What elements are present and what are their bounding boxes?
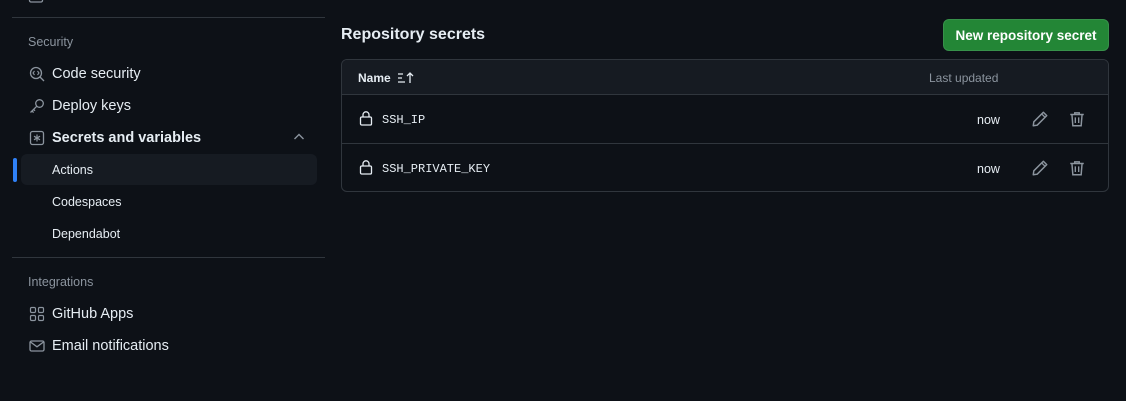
table-row: SSH_PRIVATE_KEY now xyxy=(342,144,1108,191)
secret-updated: now xyxy=(977,162,1000,176)
secret-name: SSH_PRIVATE_KEY xyxy=(382,162,491,176)
sidebar-subitem-dependabot[interactable]: Dependabot xyxy=(21,218,317,249)
sidebar-subitem-codespaces[interactable]: Codespaces xyxy=(21,186,317,217)
sidebar-item-label: GitHub Apps xyxy=(52,305,134,322)
pencil-icon[interactable] xyxy=(1031,159,1049,177)
sidebar-item-label: Code security xyxy=(52,65,141,82)
pencil-icon[interactable] xyxy=(1031,110,1049,128)
mail-icon xyxy=(28,337,46,355)
page-title: Repository secrets xyxy=(341,26,486,43)
secret-updated: now xyxy=(977,113,1000,127)
sidebar-item-cut-off[interactable] xyxy=(22,0,317,8)
asterisk-icon xyxy=(28,129,46,147)
sidebar-item-deploy-keys[interactable]: Deploy keys xyxy=(21,90,317,121)
sidebar-subitem-actions[interactable]: Actions xyxy=(21,154,317,185)
sidebar-divider xyxy=(12,17,325,18)
lock-icon xyxy=(359,160,373,175)
sidebar-item-email-notifications[interactable]: Email notifications xyxy=(21,330,317,361)
sidebar-item-label: Email notifications xyxy=(52,337,169,354)
codescan-icon xyxy=(28,65,46,83)
section-title-integrations: Integrations xyxy=(28,275,94,289)
secret-name: SSH_IP xyxy=(382,113,426,127)
column-header-name-label: Name xyxy=(358,71,391,85)
sidebar-item-secrets-and-variables[interactable]: Secrets and variables xyxy=(21,122,317,153)
sidebar-item-code-security[interactable]: Code security xyxy=(21,58,317,89)
column-header-name[interactable]: Name xyxy=(358,71,415,85)
trash-icon[interactable] xyxy=(1068,110,1086,128)
active-indicator xyxy=(13,158,17,182)
new-repository-secret-button[interactable]: New repository secret xyxy=(943,19,1109,51)
lock-icon xyxy=(359,111,373,126)
table-row: SSH_IP now xyxy=(342,95,1108,144)
sidebar-item-github-apps[interactable]: GitHub Apps xyxy=(21,298,317,329)
sidebar: Security Code security Deploy keys Secre… xyxy=(0,0,330,401)
chevron-up-icon[interactable] xyxy=(291,129,307,145)
cut-off-icon xyxy=(28,0,44,3)
column-header-last-updated: Last updated xyxy=(929,71,999,85)
table-header: Name Last updated xyxy=(342,60,1108,95)
key-icon xyxy=(28,97,46,115)
secrets-table: Name Last updated SSH_IP now SSH_PRIVATE… xyxy=(341,59,1109,192)
section-title-security: Security xyxy=(28,35,74,49)
sidebar-item-label: Deploy keys xyxy=(52,97,131,114)
apps-icon xyxy=(28,305,46,323)
sidebar-item-label: Secrets and variables xyxy=(52,129,202,146)
sort-ascending-icon[interactable] xyxy=(397,71,415,85)
trash-icon[interactable] xyxy=(1068,159,1086,177)
sidebar-divider xyxy=(12,257,325,258)
